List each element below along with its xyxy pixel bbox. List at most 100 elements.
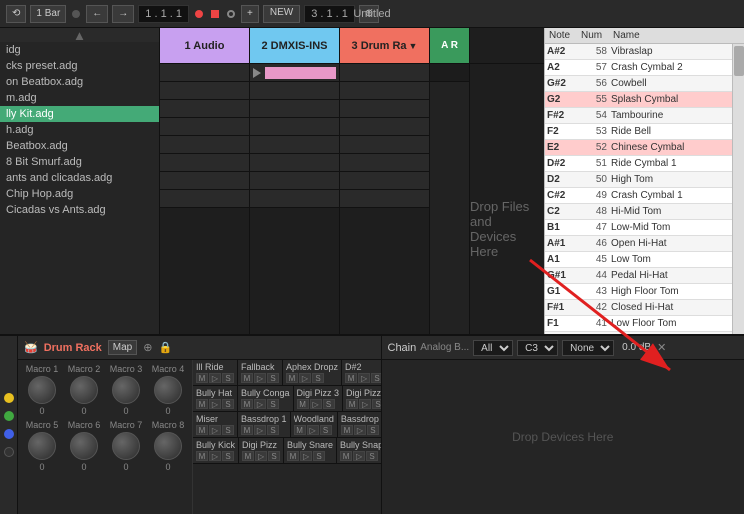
midi-list-row[interactable]: G2 55 Splash Cymbal bbox=[545, 92, 732, 108]
midi-list-row[interactable]: A#2 58 Vibraslap bbox=[545, 44, 732, 60]
pad-arrow-btn[interactable]: ▷ bbox=[358, 373, 370, 383]
back-button[interactable]: ← bbox=[86, 5, 108, 23]
midi-list-row[interactable]: D#2 51 Ride Cymbal 1 bbox=[545, 156, 732, 172]
loop-indicator[interactable] bbox=[227, 10, 235, 18]
pad-m-btn[interactable]: M bbox=[196, 425, 208, 435]
pad-arrow-btn[interactable]: ▷ bbox=[300, 451, 312, 461]
midi-list-row[interactable]: G1 43 High Floor Tom bbox=[545, 284, 732, 300]
pad-arrow-btn[interactable]: ▷ bbox=[254, 373, 266, 383]
pad-s-btn[interactable]: S bbox=[371, 373, 380, 383]
clip-slot-drum-7[interactable] bbox=[340, 172, 429, 190]
clip-slot-drum-4[interactable] bbox=[340, 118, 429, 136]
macro-knob-6[interactable] bbox=[70, 432, 98, 460]
pad-s-btn[interactable]: S bbox=[323, 399, 335, 409]
loop-button[interactable]: ⟲ bbox=[6, 5, 26, 23]
sidebar-item-8[interactable]: ants and clicadas.adg bbox=[0, 170, 159, 186]
pad-arrow-btn[interactable]: ▷ bbox=[209, 451, 221, 461]
clip-slot-audio-7[interactable] bbox=[160, 172, 249, 190]
chain-c3-select[interactable]: C3 bbox=[517, 340, 558, 356]
pad-arrow-btn[interactable]: ▷ bbox=[254, 425, 266, 435]
macro-knob-2[interactable] bbox=[70, 376, 98, 404]
sidebar-item-10[interactable]: Cicadas vs Ants.adg bbox=[0, 202, 159, 218]
clip-slot-dmxis-1[interactable] bbox=[250, 64, 339, 82]
macro-knob-1[interactable] bbox=[28, 376, 56, 404]
pad-m-btn[interactable]: M bbox=[196, 451, 208, 461]
sidebar-item-6[interactable]: Beatbox.adg bbox=[0, 138, 159, 154]
pad-arrow-btn[interactable]: ▷ bbox=[359, 399, 371, 409]
clip-slot-drum-3[interactable] bbox=[340, 100, 429, 118]
pad-m-btn[interactable]: M bbox=[341, 425, 353, 435]
pad-m-btn[interactable]: M bbox=[242, 451, 254, 461]
midi-list-row[interactable]: A2 57 Crash Cymbal 2 bbox=[545, 60, 732, 76]
midi-list-row[interactable]: A#1 46 Open Hi-Hat bbox=[545, 236, 732, 252]
clip-slot-drum-1[interactable] bbox=[340, 64, 429, 82]
pad-s-btn[interactable]: S bbox=[267, 373, 279, 383]
midi-list-row[interactable]: C2 48 Hi-Mid Tom bbox=[545, 204, 732, 220]
midi-list-row[interactable]: G#2 56 Cowbell bbox=[545, 76, 732, 92]
midi-list-row[interactable]: F2 53 Ride Bell bbox=[545, 124, 732, 140]
drum-map-btn[interactable]: Map bbox=[108, 340, 137, 355]
clip-slot-dmxis-5[interactable] bbox=[250, 136, 339, 154]
pad-s-btn[interactable]: S bbox=[367, 425, 379, 435]
clip-slot-dmxis-3[interactable] bbox=[250, 100, 339, 118]
midi-list-row[interactable]: A1 45 Low Tom bbox=[545, 252, 732, 268]
midi-list-row[interactable]: F#1 42 Closed Hi-Hat bbox=[545, 300, 732, 316]
pad-s-btn[interactable]: S bbox=[267, 425, 279, 435]
track-header-audio[interactable]: 1 Audio bbox=[160, 28, 250, 63]
drum-rack-icon3[interactable]: 🔒 bbox=[158, 341, 172, 354]
pad-s-btn[interactable]: S bbox=[222, 425, 234, 435]
track-header-drum[interactable]: 3 Drum Ra ▼ bbox=[340, 28, 430, 63]
clip-slot-drum-8[interactable] bbox=[340, 190, 429, 208]
pad-m-btn[interactable]: M bbox=[286, 373, 298, 383]
pad-arrow-btn[interactable]: ▷ bbox=[254, 399, 266, 409]
pad-m-btn[interactable]: M bbox=[297, 399, 309, 409]
pad-s-btn[interactable]: S bbox=[267, 399, 279, 409]
new-button[interactable]: NEW bbox=[263, 5, 300, 23]
sidebar-item-2[interactable]: on Beatbox.adg bbox=[0, 74, 159, 90]
pad-arrow-btn[interactable]: ▷ bbox=[209, 373, 221, 383]
sidebar-item-5[interactable]: h.adg bbox=[0, 122, 159, 138]
record-indicator[interactable] bbox=[195, 10, 203, 18]
pad-m-btn[interactable]: M bbox=[241, 425, 253, 435]
track-header-dmxis[interactable]: 2 DMXIS-INS bbox=[250, 28, 340, 63]
pad-arrow-btn[interactable]: ▷ bbox=[209, 399, 221, 409]
clip-slot-dmxis-2[interactable] bbox=[250, 82, 339, 100]
pad-m-btn[interactable]: M bbox=[241, 373, 253, 383]
sidebar-item-1[interactable]: cks preset.adg bbox=[0, 58, 159, 74]
pad-arrow-btn[interactable]: ▷ bbox=[209, 425, 221, 435]
stop-indicator[interactable] bbox=[211, 10, 219, 18]
midi-list-row[interactable]: F#2 54 Tambourine bbox=[545, 108, 732, 124]
pad-m-btn[interactable]: M bbox=[345, 373, 357, 383]
pad-m-btn[interactable]: M bbox=[196, 399, 208, 409]
midi-list-row[interactable]: F1 41 Low Floor Tom bbox=[545, 316, 732, 332]
macro-knob-3[interactable] bbox=[112, 376, 140, 404]
macro-knob-7[interactable] bbox=[112, 432, 140, 460]
drum-rack-icon[interactable]: 🥁 bbox=[24, 341, 38, 354]
pad-m-btn[interactable]: M bbox=[241, 399, 253, 409]
macro-knob-4[interactable] bbox=[154, 376, 182, 404]
midi-list-row[interactable]: E2 52 Chinese Cymbal bbox=[545, 140, 732, 156]
midi-scrollbar-thumb[interactable] bbox=[734, 46, 744, 76]
pad-s-btn[interactable]: S bbox=[268, 451, 280, 461]
sidebar-item-0[interactable]: idg bbox=[0, 42, 159, 58]
sidebar-item-3[interactable]: m.adg bbox=[0, 90, 159, 106]
pad-s-btn[interactable]: S bbox=[312, 373, 324, 383]
pad-m-btn[interactable]: M bbox=[340, 451, 352, 461]
clip-slot-audio-2[interactable] bbox=[160, 82, 249, 100]
sidebar-item-9[interactable]: Chip Hop.adg bbox=[0, 186, 159, 202]
pad-m-btn[interactable]: M bbox=[294, 425, 306, 435]
pad-arrow-btn[interactable]: ▷ bbox=[255, 451, 267, 461]
clip-slot-audio-3[interactable] bbox=[160, 100, 249, 118]
pad-m-btn[interactable]: M bbox=[196, 373, 208, 383]
clip-slot-audio-8[interactable] bbox=[160, 190, 249, 208]
pad-arrow-btn[interactable]: ▷ bbox=[310, 399, 322, 409]
clip-slot-audio-6[interactable] bbox=[160, 154, 249, 172]
pad-s-btn[interactable]: S bbox=[222, 451, 234, 461]
clip-slot-drum-5[interactable] bbox=[340, 136, 429, 154]
clip-slot-dmxis-6[interactable] bbox=[250, 154, 339, 172]
clip-slot-audio-4[interactable] bbox=[160, 118, 249, 136]
sidebar-item-7[interactable]: 8 Bit Smurf.adg bbox=[0, 154, 159, 170]
midi-list-row[interactable]: B1 47 Low-Mid Tom bbox=[545, 220, 732, 236]
clip-slot-dmxis-4[interactable] bbox=[250, 118, 339, 136]
pad-arrow-btn[interactable]: ▷ bbox=[307, 425, 319, 435]
